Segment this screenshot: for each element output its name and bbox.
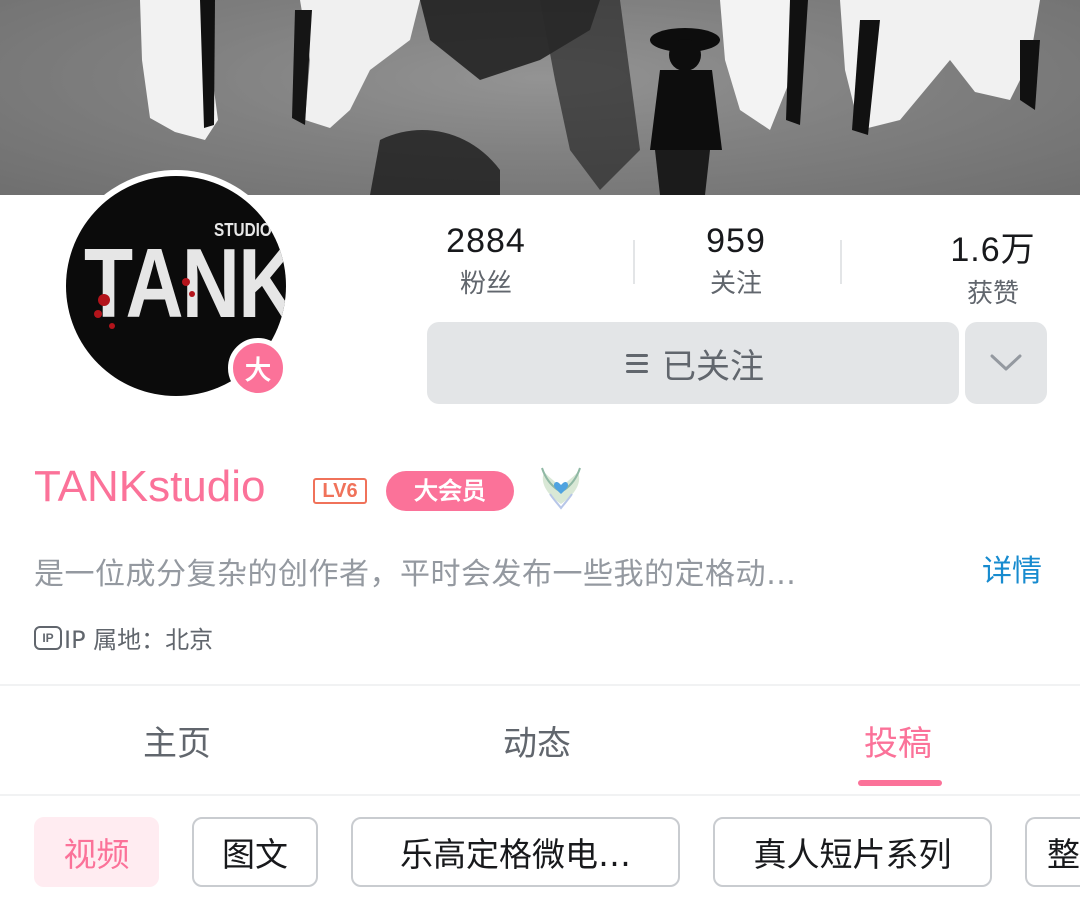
chevron-down-icon xyxy=(990,354,1022,371)
chip-videos[interactable]: 视频 xyxy=(34,817,159,887)
profile-banner xyxy=(0,0,1080,195)
chip-live-action-series[interactable]: 真人短片系列 xyxy=(713,817,992,887)
details-link[interactable]: 详情 xyxy=(982,546,1042,590)
more-options-button[interactable] xyxy=(965,322,1047,404)
bio-text: 是一位成分复杂的创作者，平时会发布一些我的定格动… xyxy=(34,557,797,592)
likes-label: 获赞 xyxy=(966,279,1019,309)
tab-active-indicator xyxy=(858,780,942,786)
followed-label: 已关注 xyxy=(662,346,764,387)
tabs-divider xyxy=(0,794,1080,796)
followers-label: 粉丝 xyxy=(459,269,512,299)
followed-button[interactable]: 已关注 xyxy=(427,322,959,404)
section-divider xyxy=(0,684,1080,686)
stat-followers[interactable]: 2884 粉丝 xyxy=(406,222,566,300)
stat-likes[interactable]: 1.6万 获赞 xyxy=(913,222,1073,310)
menu-icon xyxy=(622,352,652,374)
tab-submissions[interactable]: 投稿 xyxy=(864,716,932,765)
following-label: 关注 xyxy=(709,269,762,299)
stat-divider xyxy=(840,240,842,284)
vip-avatar-badge: 大 xyxy=(228,338,288,398)
ip-location-text: IP 属地：北京 xyxy=(64,626,214,654)
chip-articles[interactable]: 图文 xyxy=(192,817,318,887)
heart-wings-icon[interactable] xyxy=(536,464,586,512)
chip-lego-stopmotion[interactable]: 乐高定格微电… xyxy=(351,817,680,887)
followers-count: 2884 xyxy=(446,222,526,260)
stat-divider xyxy=(633,240,635,284)
ip-icon: IP xyxy=(34,625,62,650)
stat-following[interactable]: 959 关注 xyxy=(656,222,816,300)
username: TANKstudio xyxy=(34,462,266,511)
chip-more-partial[interactable]: 整 xyxy=(1025,817,1080,887)
tab-dynamics[interactable]: 动态 xyxy=(503,716,571,765)
level-badge: LV6 xyxy=(313,478,367,504)
likes-count: 1.6万 xyxy=(950,231,1036,269)
banner-artwork xyxy=(0,0,1080,195)
vip-label-badge[interactable]: 大会员 xyxy=(386,471,514,511)
ip-location-row: IP IP 属地：北京 xyxy=(34,620,213,655)
following-count: 959 xyxy=(706,222,766,260)
tab-home[interactable]: 主页 xyxy=(143,716,211,765)
